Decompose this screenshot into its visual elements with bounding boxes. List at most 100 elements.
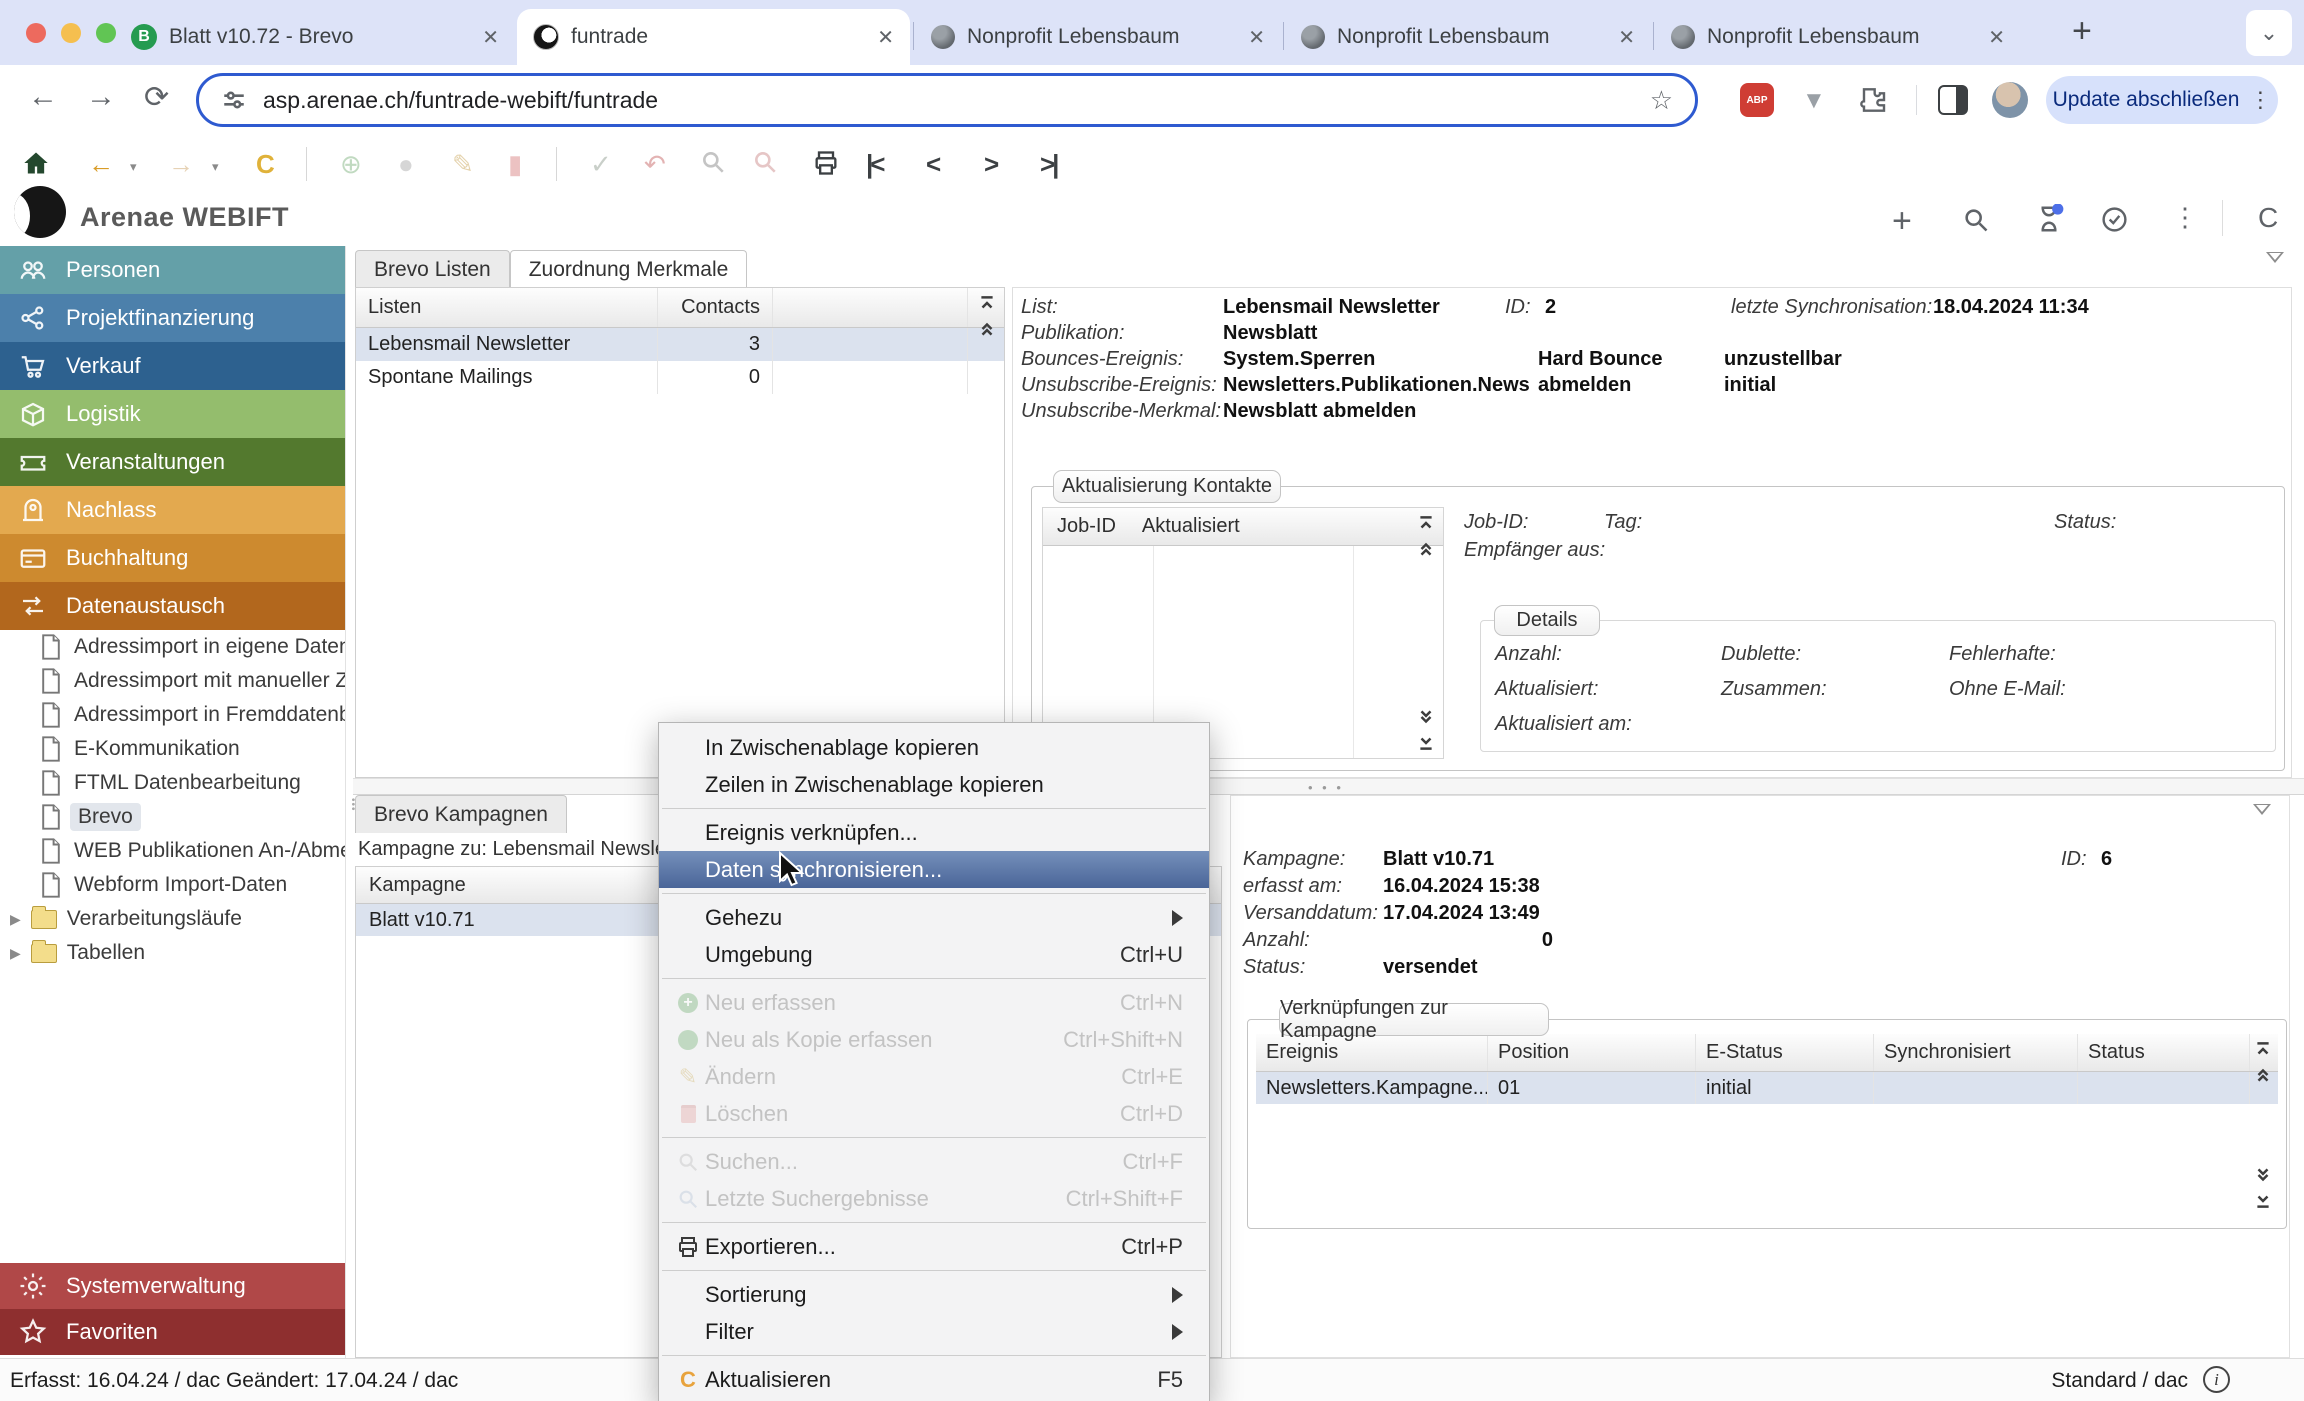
print-icon[interactable] bbox=[812, 149, 840, 177]
sidebar-item-nachlass[interactable]: Nachlass bbox=[0, 486, 345, 534]
user-avatar-initial[interactable]: C bbox=[2258, 202, 2278, 234]
sidebar-item-favoriten[interactable]: Favoriten bbox=[0, 1309, 345, 1355]
synchronisiert-cell[interactable] bbox=[1874, 1072, 2078, 1104]
tab-close-icon[interactable]: ✕ bbox=[1248, 25, 1265, 50]
listen-table-header[interactable]: Listen Contacts bbox=[356, 288, 1004, 328]
adblock-extension-icon[interactable]: ABP bbox=[1740, 83, 1774, 117]
position-cell[interactable]: 01 bbox=[1488, 1072, 1696, 1104]
collapse-panel-icon[interactable] bbox=[2266, 252, 2284, 263]
contacts-cell[interactable]: 3 bbox=[658, 328, 773, 361]
extensions-puzzle-icon[interactable] bbox=[1856, 84, 1888, 116]
sidebar-item-systemverwaltung[interactable]: Systemverwaltung bbox=[0, 1263, 345, 1309]
kampagne-name-cell[interactable]: Blatt v10.71 bbox=[369, 909, 475, 932]
browser-tab[interactable]: Nonprofit Lebensbaum ✕ bbox=[1285, 9, 1651, 65]
status-cell[interactable] bbox=[2078, 1072, 2250, 1104]
tab-brevo-listen[interactable]: Brevo Listen bbox=[355, 250, 510, 288]
scroll-bottom-icon[interactable] bbox=[1417, 734, 1435, 752]
expand-caret-icon[interactable]: ▶ bbox=[10, 911, 21, 928]
menu-item-umgebung[interactable]: UmgebungCtrl+U bbox=[659, 936, 1209, 973]
contacts-cell[interactable]: 0 bbox=[658, 361, 773, 394]
chrome-update-button[interactable]: Update abschließen ⋮ bbox=[2046, 76, 2278, 124]
sidebar-item-personen[interactable]: Personen bbox=[0, 246, 345, 294]
ereignis-cell[interactable]: Newsletters.Kampagne.... bbox=[1256, 1072, 1488, 1104]
list-name-cell[interactable]: Lebensmail Newsletter bbox=[356, 328, 658, 361]
menu-item-exportieren[interactable]: Exportieren...Ctrl+P bbox=[659, 1228, 1209, 1265]
tab-close-icon[interactable]: ✕ bbox=[877, 25, 894, 50]
sidebar-item-adressimport-manuell[interactable]: Adressimport mit manueller Zuor bbox=[0, 664, 345, 698]
pending-jobs-hourglass-icon[interactable] bbox=[2034, 204, 2064, 234]
menu-item-zeilen-in-zwischenablage-kopieren[interactable]: Zeilen in Zwischenablage kopieren bbox=[659, 766, 1209, 803]
site-settings-icon[interactable] bbox=[221, 87, 247, 113]
expand-caret-icon[interactable]: ▶ bbox=[10, 945, 21, 962]
previous-record-icon[interactable]: < bbox=[926, 149, 941, 180]
table-row[interactable]: Newsletters.Kampagne.... 01 initial bbox=[1256, 1072, 2278, 1104]
new-tab-button[interactable]: + bbox=[2072, 12, 2092, 51]
column-header-status[interactable]: Status bbox=[2078, 1034, 2250, 1071]
column-header-kampagne[interactable]: Kampagne bbox=[369, 874, 466, 897]
app-menu-icon[interactable]: ⋮ bbox=[2172, 202, 2198, 233]
next-record-icon[interactable]: > bbox=[984, 149, 999, 180]
last-record-icon[interactable]: >| bbox=[1040, 149, 1056, 180]
list-name-cell[interactable]: Spontane Mailings bbox=[356, 361, 658, 394]
horizontal-splitter[interactable]: • • • bbox=[353, 778, 2304, 795]
forward-icon[interactable]: → bbox=[86, 80, 116, 114]
sidebar-folder-tabellen[interactable]: ▶ Tabellen bbox=[0, 936, 345, 970]
tab-close-icon[interactable]: ✕ bbox=[1618, 25, 1635, 50]
browser-tab[interactable]: B Blatt v10.72 - Brevo ✕ bbox=[115, 9, 515, 65]
menu-item-filter[interactable]: Filter bbox=[659, 1313, 1209, 1350]
sidebar-item-verkauf[interactable]: Verkauf bbox=[0, 342, 345, 390]
column-header-contacts[interactable]: Contacts bbox=[658, 288, 773, 327]
sidebar-item-brevo-selected[interactable]: Brevo bbox=[0, 800, 345, 834]
side-panel-icon[interactable] bbox=[1938, 85, 1968, 115]
sidebar-item-datenaustausch[interactable]: Datenaustausch bbox=[0, 582, 345, 630]
sidebar-item-veranstaltungen[interactable]: Veranstaltungen bbox=[0, 438, 345, 486]
scroll-page-up-icon[interactable] bbox=[2254, 1066, 2272, 1084]
collapse-panel-icon[interactable] bbox=[2253, 804, 2271, 815]
scroll-page-up-icon[interactable] bbox=[978, 320, 996, 338]
sidebar-item-web-publikationen[interactable]: WEB Publikationen An-/Abmelde bbox=[0, 834, 345, 868]
menu-item-sortierung[interactable]: Sortierung bbox=[659, 1276, 1209, 1313]
sidebar-item-projektfinanzierung[interactable]: Projektfinanzierung bbox=[0, 294, 345, 342]
scroll-page-down-icon[interactable] bbox=[2254, 1166, 2272, 1184]
menu-item-aktualisieren[interactable]: CAktualisierenF5 bbox=[659, 1361, 1209, 1398]
scroll-page-up-icon[interactable] bbox=[1417, 540, 1435, 558]
tab-close-icon[interactable]: ✕ bbox=[1988, 25, 2005, 50]
column-header-listen[interactable]: Listen bbox=[356, 288, 658, 327]
table-row[interactable]: Spontane Mailings 0 bbox=[356, 361, 1004, 394]
sidebar-item-buchhaltung[interactable]: Buchhaltung bbox=[0, 534, 345, 582]
e-status-cell[interactable]: initial bbox=[1696, 1072, 1874, 1104]
address-bar[interactable]: asp.arenae.ch/funtrade-webift/funtrade ☆ bbox=[196, 73, 1698, 127]
minimize-window-button[interactable] bbox=[61, 23, 81, 43]
sidebar-item-adressimport-fremd[interactable]: Adressimport in Fremddatenbank bbox=[0, 698, 345, 732]
maximize-window-button[interactable] bbox=[96, 23, 116, 43]
back-history-icon[interactable]: ← bbox=[88, 149, 114, 180]
column-header-synchronisiert[interactable]: Synchronisiert bbox=[1874, 1034, 2078, 1071]
sidebar-splitter[interactable]: ••• bbox=[345, 246, 353, 1358]
scroll-top-icon[interactable] bbox=[2254, 1040, 2272, 1058]
sidebar-item-webform-import[interactable]: Webform Import-Daten bbox=[0, 868, 345, 902]
url-text[interactable]: asp.arenae.ch/funtrade-webift/funtrade bbox=[263, 87, 658, 114]
tab-zuordnung-merkmale[interactable]: Zuordnung Merkmale bbox=[510, 250, 748, 288]
scroll-bottom-icon[interactable] bbox=[2254, 1192, 2272, 1210]
sidebar-item-e-kommunikation[interactable]: E-Kommunikation bbox=[0, 732, 345, 766]
menu-item-in-zwischenablage-kopieren[interactable]: In Zwischenablage kopieren bbox=[659, 729, 1209, 766]
search-records-icon[interactable] bbox=[700, 149, 726, 175]
back-dropdown-icon[interactable]: ▾ bbox=[130, 159, 137, 175]
scroll-top-icon[interactable] bbox=[978, 294, 996, 312]
profile-avatar[interactable] bbox=[1992, 82, 2028, 118]
bookmark-star-icon[interactable]: ☆ bbox=[1650, 85, 1673, 116]
global-search-icon[interactable] bbox=[1962, 206, 1990, 234]
close-window-button[interactable] bbox=[26, 23, 46, 43]
browser-menu-icon[interactable]: ⋮ bbox=[2249, 87, 2271, 113]
scroll-page-down-icon[interactable] bbox=[1417, 708, 1435, 726]
add-icon[interactable]: + bbox=[1892, 202, 1912, 241]
menu-item-daten-synchronisieren-highlighted[interactable]: Daten synchronisieren... bbox=[659, 851, 1209, 888]
extension-v-icon[interactable]: ▼ bbox=[1802, 87, 1826, 115]
sidebar-item-ftml[interactable]: FTML Datenbearbeitung bbox=[0, 766, 345, 800]
browser-tab[interactable]: Nonprofit Lebensbaum ✕ bbox=[1655, 9, 2021, 65]
home-icon[interactable] bbox=[22, 149, 50, 177]
first-record-icon[interactable]: |< bbox=[866, 149, 882, 180]
sidebar-item-adressimport-eigene[interactable]: Adressimport in eigene Datenbar bbox=[0, 630, 345, 664]
column-header-e-status[interactable]: E-Status bbox=[1696, 1034, 1874, 1071]
sidebar-folder-verarbeitungslaeufe[interactable]: ▶ Verarbeitungsläufe bbox=[0, 902, 345, 936]
